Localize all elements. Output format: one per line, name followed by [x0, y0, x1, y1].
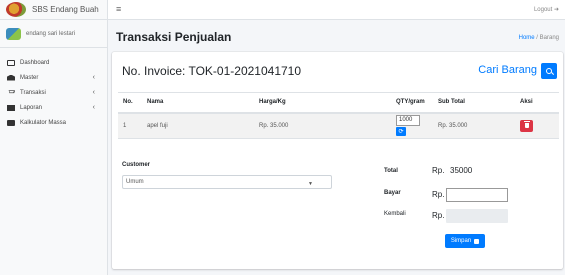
calculator-icon: [7, 119, 15, 126]
search-item-button[interactable]: [541, 63, 557, 79]
cell-no: 1: [118, 112, 142, 139]
table-row: 1 apel fuji Rp. 35.000 1000 ⟳ Rp. 35.000: [118, 112, 559, 139]
save-button-label: Simpan: [450, 238, 472, 244]
sidebar-item-dashboard[interactable]: Dashboard: [0, 55, 107, 70]
refresh-icon: ⟳: [398, 129, 404, 136]
sidebar-nav: Dashboard Master ‹ Transaksi ‹ Laporan ‹…: [0, 48, 107, 130]
chevron-left-icon: ‹: [92, 104, 95, 111]
sidebar-item-kalkulator[interactable]: Kalkulator Massa: [0, 115, 107, 130]
column-header-no: No.: [118, 92, 142, 114]
search-icon: [546, 68, 552, 74]
sidebar-item-label: Laporan: [20, 104, 43, 111]
topbar: ≡ Logout ➜: [108, 0, 565, 20]
search-item-label: Cari Barang: [478, 64, 537, 76]
breadcrumb: Home / Barang: [519, 35, 559, 41]
page-title: Transaksi Penjualan: [116, 30, 232, 44]
sidebar-item-label: Transaksi: [20, 89, 46, 96]
total-label: Total: [384, 168, 398, 174]
column-header-nama: Nama: [142, 92, 254, 114]
kembali-field: [446, 209, 508, 223]
quantity-input[interactable]: 1000: [396, 115, 420, 127]
breadcrumb-home-link[interactable]: Home: [519, 35, 535, 41]
book-icon: [7, 104, 15, 111]
update-quantity-button[interactable]: ⟳: [396, 127, 406, 137]
brand[interactable]: SBS Endang Buah: [0, 0, 107, 20]
sidebar-item-laporan[interactable]: Laporan ‹: [0, 100, 107, 115]
user-panel[interactable]: endang sari lestari: [0, 20, 107, 48]
bank-icon: [7, 74, 15, 81]
customer-select[interactable]: Umum ▼: [122, 175, 332, 189]
bayar-label: Bayar: [384, 190, 401, 196]
save-icon: [474, 238, 480, 244]
cart-table: No. Nama Harga/Kg QTY/gram Sub Total Aks…: [118, 92, 559, 139]
column-header-aksi: Aksi: [515, 92, 559, 114]
bayar-currency: Rp.: [432, 190, 445, 199]
sidebar-item-transaksi[interactable]: Transaksi ‹: [0, 85, 107, 100]
column-header-subtotal: Sub Total: [433, 92, 515, 114]
sidebar-item-label: Dashboard: [20, 59, 50, 66]
cell-qty: 1000 ⟳: [391, 112, 433, 139]
total-value: 35000: [450, 166, 473, 175]
column-header-qty: QTY/gram: [391, 92, 433, 114]
sidebar-item-label: Master: [20, 74, 39, 81]
user-name: endang sari lestari: [26, 30, 76, 37]
menu-toggle-icon[interactable]: ≡: [116, 4, 121, 14]
chevron-left-icon: ‹: [92, 74, 95, 81]
save-button[interactable]: Simpan: [445, 234, 485, 248]
monitor-icon: [7, 59, 15, 66]
chevron-down-icon: ▼: [308, 181, 313, 187]
cart-icon: [7, 89, 15, 94]
sidebar: SBS Endang Buah endang sari lestari Dash…: [0, 0, 108, 275]
logout-link[interactable]: Logout ➜: [534, 6, 559, 13]
trash-icon: [523, 121, 530, 129]
kembali-currency: Rp.: [432, 211, 445, 220]
delete-item-button[interactable]: [520, 119, 533, 132]
customer-selected-value: Umum: [126, 179, 144, 185]
invoice-number: No. Invoice: TOK-01-2021041710: [122, 64, 302, 78]
cell-nama: apel fuji: [142, 112, 254, 139]
chevron-left-icon: ‹: [92, 89, 95, 96]
customer-label: Customer: [122, 162, 151, 168]
total-currency: Rp.: [432, 166, 445, 175]
transaction-card: No. Invoice: TOK-01-2021041710 Cari Bara…: [112, 52, 563, 269]
brand-name: SBS Endang Buah: [32, 5, 99, 14]
breadcrumb-current: Barang: [539, 35, 559, 41]
sidebar-item-master[interactable]: Master ‹: [0, 70, 107, 85]
column-header-harga: Harga/Kg: [254, 92, 391, 114]
cell-aksi: [515, 112, 559, 139]
sidebar-item-label: Kalkulator Massa: [20, 119, 67, 126]
avatar: [6, 27, 21, 40]
kembali-label: Kembali: [384, 211, 406, 217]
cell-subtotal: Rp. 35.000: [433, 112, 515, 139]
brand-logo-icon: [6, 2, 26, 17]
bayar-input[interactable]: [446, 188, 508, 202]
table-header-row: No. Nama Harga/Kg QTY/gram Sub Total Aks…: [118, 92, 559, 114]
cell-harga: Rp. 35.000: [254, 112, 391, 139]
